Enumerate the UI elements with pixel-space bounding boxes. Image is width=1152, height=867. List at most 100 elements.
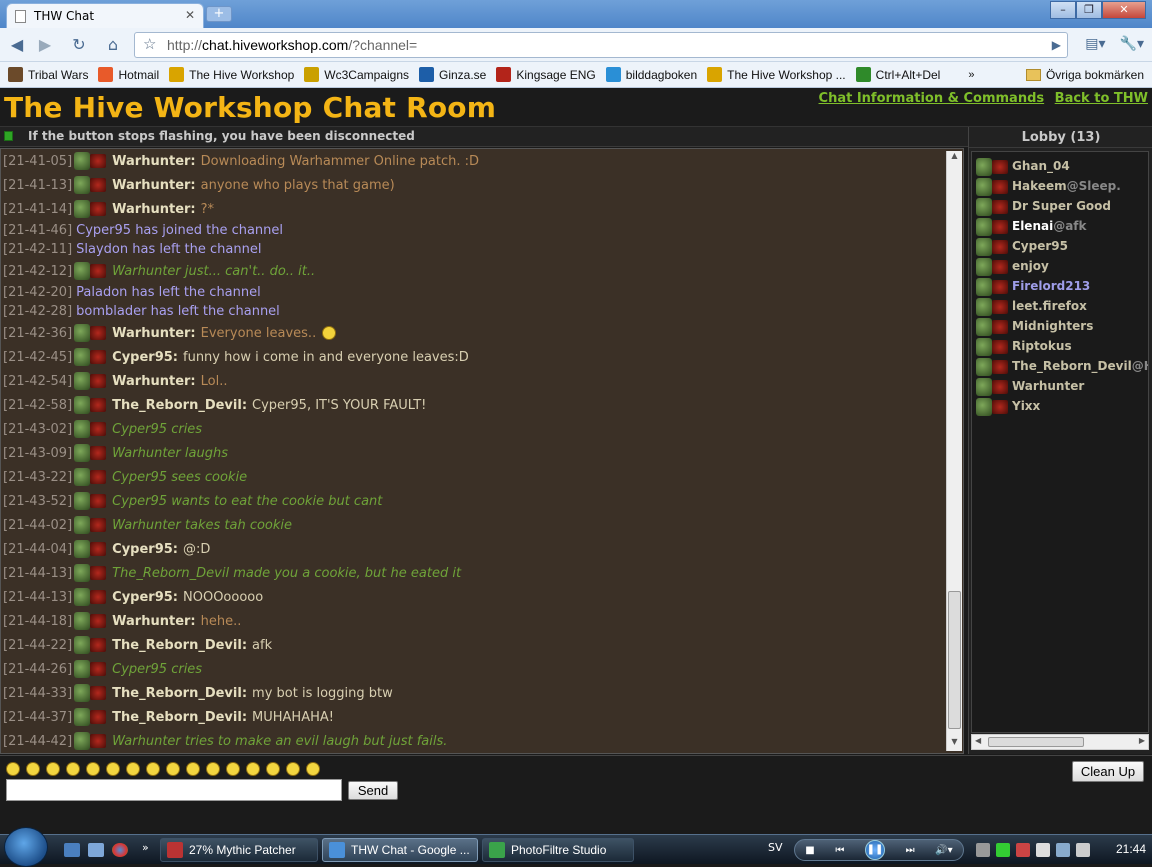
scroll-up-icon[interactable]: ▲ <box>947 151 962 165</box>
smiley-icon[interactable] <box>186 762 200 776</box>
lobby-user[interactable]: Cyper95 <box>976 236 1068 256</box>
chat-log[interactable]: [21-41-05] Warhunter: Downloading Warhamme… <box>0 148 964 754</box>
go-icon[interactable]: ▶ <box>1052 33 1061 57</box>
bookmark-item[interactable]: bilddagboken <box>605 67 697 82</box>
tray-display-icon[interactable] <box>1036 843 1050 857</box>
lobby-user[interactable]: The_Reborn_Devil@H <box>976 356 1148 376</box>
message-nick[interactable]: Warhunter: <box>112 202 195 217</box>
bookmark-item[interactable]: The Hive Workshop <box>169 67 294 82</box>
lobby-user[interactable]: Riptokus <box>976 336 1072 356</box>
next-icon[interactable]: ⏭ <box>906 845 915 856</box>
smiley-icon[interactable] <box>86 762 100 776</box>
chat-info-link[interactable]: Chat Information & Commands <box>819 91 1045 106</box>
language-indicator[interactable]: SV <box>768 841 783 854</box>
message-nick[interactable]: The_Reborn_Devil: <box>112 686 247 701</box>
chat-scrollbar[interactable]: ▲ ▼ <box>946 151 962 751</box>
taskbar-item[interactable]: 27% Mythic Patcher <box>160 838 318 862</box>
smiley-icon[interactable] <box>206 762 220 776</box>
message-nick[interactable]: Cyper95: <box>112 542 178 557</box>
smiley-icon[interactable] <box>106 762 120 776</box>
quicklaunch-more-icon[interactable]: » <box>142 841 149 854</box>
lobby-user[interactable]: Hakeem @Sleep. <box>976 176 1121 196</box>
reload-icon[interactable]: ↻ <box>68 34 90 56</box>
scroll-right-icon[interactable]: ▶ <box>1139 736 1145 745</box>
chrome-quicklaunch-icon[interactable] <box>112 843 128 857</box>
lobby-user[interactable]: Dr Super Good <box>976 196 1111 216</box>
message-nick[interactable]: The_Reborn_Devil: <box>112 638 247 653</box>
lobby-user[interactable]: Ghan_04 <box>976 156 1070 176</box>
bookmark-star-icon[interactable]: ☆ <box>143 33 156 57</box>
smiley-icon[interactable] <box>146 762 160 776</box>
hscroll-thumb[interactable] <box>988 737 1084 747</box>
other-bookmarks[interactable]: Övriga bokmärken <box>1025 68 1144 82</box>
lobby-user[interactable]: Firelord213 <box>976 276 1090 296</box>
clean-up-button[interactable]: Clean Up <box>1072 761 1144 782</box>
bookmark-item[interactable]: Tribal Wars <box>8 67 88 82</box>
smiley-icon[interactable] <box>6 762 20 776</box>
clock[interactable]: 21:44 <box>1116 842 1146 856</box>
tray-speaker-icon[interactable] <box>1076 843 1090 857</box>
smiley-icon[interactable] <box>266 762 280 776</box>
pause-icon[interactable]: ❚❚ <box>864 840 885 860</box>
home-icon[interactable]: ⌂ <box>102 34 124 56</box>
lobby-user[interactable]: enjoy <box>976 256 1049 276</box>
browser-tab[interactable]: THW Chat ✕ <box>6 3 204 28</box>
smiley-icon[interactable] <box>166 762 180 776</box>
address-bar[interactable]: ☆ http://chat.hiveworkshop.com/?channel=… <box>134 32 1068 58</box>
show-desktop-icon[interactable] <box>64 843 80 857</box>
tray-network-icon[interactable] <box>976 843 990 857</box>
smiley-icon[interactable] <box>26 762 40 776</box>
smiley-icon[interactable] <box>306 762 320 776</box>
start-button[interactable] <box>4 827 48 867</box>
message-nick[interactable]: Warhunter: <box>112 154 195 169</box>
tray-security-icon[interactable] <box>1016 843 1030 857</box>
message-nick[interactable]: The_Reborn_Devil: <box>112 710 247 725</box>
stop-icon[interactable]: ■ <box>805 845 814 856</box>
smiley-icon[interactable] <box>126 762 140 776</box>
smiley-icon[interactable] <box>66 762 80 776</box>
page-menu-icon[interactable]: ▤▾ <box>1085 36 1105 52</box>
message-nick[interactable]: Warhunter: <box>112 326 195 341</box>
volume-icon[interactable]: 🔊▾ <box>935 845 952 856</box>
minimize-button[interactable]: – <box>1050 1 1076 19</box>
back-icon[interactable]: ◀ <box>6 34 28 56</box>
message-nick[interactable]: Cyper95: <box>112 590 178 605</box>
bookmark-item[interactable]: Ginza.se <box>419 67 486 82</box>
maximize-button[interactable]: ❐ <box>1076 1 1102 19</box>
taskbar-item[interactable]: THW Chat - Google ... <box>322 838 478 862</box>
scroll-thumb[interactable] <box>948 591 961 729</box>
bookmark-item[interactable]: Wc3Campaigns <box>304 67 409 82</box>
lobby-user[interactable]: Yixx <box>976 396 1040 416</box>
new-tab-button[interactable]: + <box>206 6 232 22</box>
bookmark-item[interactable]: Kingsage ENG <box>496 67 596 82</box>
smiley-icon[interactable] <box>46 762 60 776</box>
message-nick[interactable]: Warhunter: <box>112 614 195 629</box>
wrench-menu-icon[interactable]: 🔧▾ <box>1120 36 1144 52</box>
forward-icon[interactable]: ▶ <box>34 34 56 56</box>
message-nick[interactable]: Cyper95: <box>112 350 178 365</box>
prev-icon[interactable]: ⏮ <box>835 845 844 856</box>
send-button[interactable]: Send <box>348 781 398 800</box>
bookmarks-more-icon[interactable]: » <box>968 69 974 81</box>
lobby-user[interactable]: Elenai @afk <box>976 216 1087 236</box>
userlist-scrollbar[interactable]: ◀ ▶ <box>971 734 1149 750</box>
switch-windows-icon[interactable] <box>88 843 104 857</box>
close-window-button[interactable]: ✕ <box>1102 1 1146 19</box>
bookmark-item[interactable]: The Hive Workshop ... <box>707 67 846 82</box>
smiley-icon[interactable] <box>246 762 260 776</box>
tab-close-icon[interactable]: ✕ <box>185 8 195 22</box>
tray-signal-icon[interactable] <box>996 843 1010 857</box>
scroll-left-icon[interactable]: ◀ <box>975 736 981 745</box>
tray-monitor-icon[interactable] <box>1056 843 1070 857</box>
taskbar-item[interactable]: PhotoFiltre Studio <box>482 838 634 862</box>
smiley-icon[interactable] <box>226 762 240 776</box>
scroll-down-icon[interactable]: ▼ <box>947 737 962 751</box>
message-input[interactable] <box>6 779 342 801</box>
lobby-user[interactable]: Warhunter <box>976 376 1084 396</box>
smiley-icon[interactable] <box>286 762 300 776</box>
bookmark-item[interactable]: Ctrl+Alt+Del <box>855 67 940 82</box>
bookmark-item[interactable]: Hotmail <box>98 67 159 82</box>
message-nick[interactable]: Warhunter: <box>112 374 195 389</box>
back-to-thw-link[interactable]: Back to THW <box>1055 91 1148 106</box>
lobby-user[interactable]: leet.firefox <box>976 296 1087 316</box>
